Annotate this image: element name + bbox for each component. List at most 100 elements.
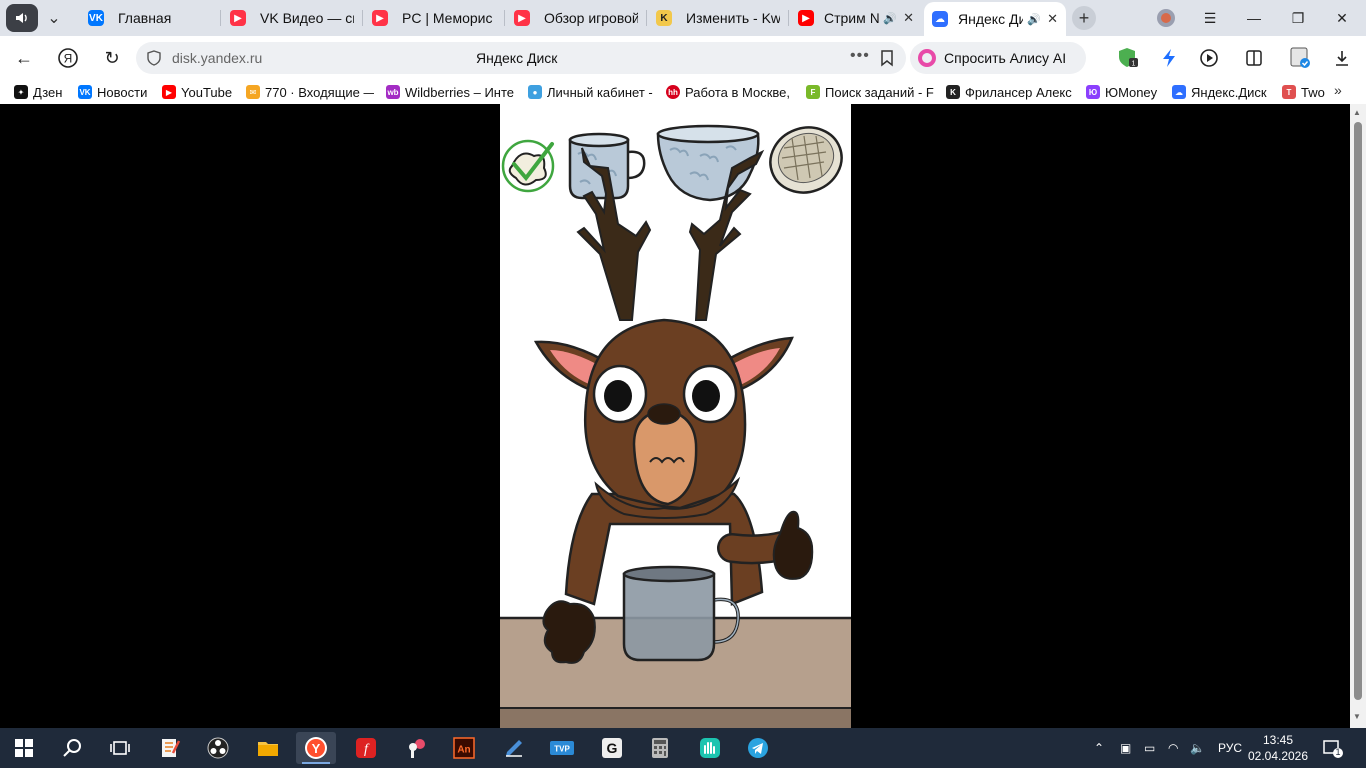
svg-text:An: An <box>457 745 470 756</box>
mail-icon: ✉ <box>246 85 260 99</box>
downloads-button[interactable] <box>1330 46 1354 70</box>
double-chevron-icon: » <box>1334 82 1342 98</box>
browser-menu-button[interactable]: ☰ <box>1196 6 1224 30</box>
taskbar-app-tvp[interactable]: TVP <box>542 732 582 764</box>
bookmark-item[interactable]: F Поиск заданий - F <box>806 83 936 101</box>
bookmark-item[interactable]: ✉ 770 · Входящие — Почта <box>246 83 374 101</box>
taskbar-app-game[interactable]: G <box>592 732 632 764</box>
bookmark-item[interactable]: ● Личный кабинет - <box>528 83 658 101</box>
minimize-icon: — <box>1247 10 1261 26</box>
tray-camera[interactable]: ▣ <box>1120 728 1131 768</box>
system-clock[interactable]: 13:45 02.04.2026 <box>1246 732 1310 764</box>
play-icon: ▶ <box>372 10 388 26</box>
reload-button[interactable]: ↻ <box>98 44 126 72</box>
minimize-button[interactable]: — <box>1240 6 1268 30</box>
scroll-up-icon[interactable]: ▲ <box>1353 108 1361 117</box>
tab-title: Яндекс Диск <box>958 11 1024 27</box>
game-frame[interactable] <box>500 104 851 728</box>
taskbar-app-explorer[interactable] <box>248 732 288 764</box>
taskbar-app-telegram[interactable] <box>738 732 778 764</box>
bookmark-label: Новости <box>97 84 148 100</box>
bookmark-item[interactable]: ✦ Дзен <box>14 83 70 101</box>
tray-wifi[interactable]: ◠ <box>1168 728 1178 768</box>
address-bar[interactable]: disk.yandex.ru Яндекс Диск ••• <box>136 42 906 74</box>
tray-battery[interactable]: ▭ <box>1144 728 1155 768</box>
audio-playing-icon: 🔊 <box>883 12 898 25</box>
more-dots-icon[interactable]: ••• <box>850 47 870 65</box>
taskbar-app-calculator[interactable] <box>640 732 680 764</box>
hamburger-icon: ☰ <box>1203 9 1217 26</box>
taskbar-app-obs[interactable] <box>198 732 238 764</box>
taskbar-app-candy[interactable] <box>396 732 436 764</box>
bookmark-item[interactable]: T Two <box>1282 83 1328 101</box>
avatar-icon <box>1157 9 1175 27</box>
profile-extension[interactable] <box>1288 46 1312 70</box>
taskbar-app-paw[interactable] <box>690 732 730 764</box>
bookmark-item[interactable]: ▶ YouTube <box>162 83 238 101</box>
tab-2[interactable]: ▶ PC | Меморис <box>364 2 504 34</box>
tab-0[interactable]: VK Главная <box>80 2 220 34</box>
close-window-button[interactable]: ✕ <box>1328 6 1356 30</box>
ask-alice-button[interactable]: Спросить Алису AI <box>910 42 1086 74</box>
url-text[interactable]: disk.yandex.ru <box>172 50 262 66</box>
close-tab-icon[interactable]: ✕ <box>903 10 914 26</box>
close-icon: ✕ <box>1336 9 1348 26</box>
tab-list-button[interactable]: ⌄ <box>40 4 68 32</box>
close-tab-icon[interactable]: ✕ <box>1047 11 1058 27</box>
tab-3[interactable]: ▶ Обзор игровой <box>506 2 646 34</box>
scrollbar-thumb[interactable] <box>1354 122 1362 700</box>
wifi-icon: ◠ <box>1168 741 1179 755</box>
tab-6-active[interactable]: ☁ Яндекс Диск 🔊 ✕ <box>924 2 1066 36</box>
bookmarks-overflow-button[interactable]: » <box>1334 82 1342 98</box>
taskbar-app-animate[interactable]: An <box>444 732 484 764</box>
start-button[interactable] <box>4 732 44 764</box>
chevron-up-icon: ⌃ <box>1094 741 1105 755</box>
page-scrollbar[interactable]: ▲ ▼ <box>1350 104 1366 728</box>
adobe-animate-icon: An <box>453 737 475 759</box>
lightning-icon <box>1163 49 1175 67</box>
bookmarks-bar: ✦ Дзен VK Новости ▶ YouTube ✉ 770 · Входящие… <box>0 80 1366 104</box>
tab-divider <box>646 10 647 26</box>
obs-icon <box>207 737 229 759</box>
scroll-down-icon[interactable]: ▼ <box>1353 712 1361 721</box>
taskbar-app-notes[interactable] <box>150 732 190 764</box>
tab-5[interactable]: ▶ Стрим №0 🔊 ✕ <box>790 2 922 34</box>
tab-1[interactable]: ▶ VK Видео — смотрите онлайн <box>222 2 362 34</box>
bookmark-item[interactable]: ☁ Яндекс.Диск <box>1172 83 1276 101</box>
svg-text:Я: Я <box>64 52 73 66</box>
battery-icon: ▭ <box>1144 741 1156 755</box>
translate-extension[interactable] <box>1242 46 1266 70</box>
bookmark-item[interactable]: Ю ЮMoney <box>1086 83 1164 101</box>
bookmark-icon[interactable] <box>878 49 896 67</box>
media-extension[interactable] <box>1198 46 1222 70</box>
tray-volume[interactable]: 🔈 <box>1190 728 1205 768</box>
show-hidden-icons-button[interactable]: ⌃ <box>1094 728 1104 768</box>
mute-tabs-button[interactable] <box>6 4 38 32</box>
adblock-extension[interactable]: 1 <box>1116 46 1140 70</box>
taskbar-app-yandex-browser[interactable]: Y <box>296 732 336 764</box>
tab-4[interactable]: K Изменить - Kwork <box>648 2 788 34</box>
search-button[interactable] <box>52 732 92 764</box>
bookmark-label: 770 · Входящие — Почта <box>265 84 374 100</box>
new-tab-button[interactable]: + <box>1072 6 1096 30</box>
profile-avatar-button[interactable] <box>1152 6 1180 30</box>
bookmark-label: Поиск заданий - F <box>825 84 934 100</box>
turbo-extension[interactable] <box>1158 46 1182 70</box>
bookmark-item[interactable]: VK Новости <box>78 83 154 101</box>
tab-divider <box>220 10 221 26</box>
taskbar-app-flash[interactable]: f <box>346 732 386 764</box>
shield-badge-icon: 1 <box>1119 48 1138 68</box>
bookmark-item[interactable]: K Фрилансер Алекс <box>946 83 1076 101</box>
restore-button[interactable]: ❐ <box>1284 6 1312 30</box>
bookmark-item[interactable]: hh Работа в Москве, <box>666 83 796 101</box>
yandex-home-button[interactable]: Я <box>54 44 82 72</box>
bookmark-label: Фрилансер Алекс <box>965 84 1072 100</box>
bookmark-item[interactable]: wb Wildberries – Интернет <box>386 83 514 101</box>
notification-center-button[interactable]: 1 <box>1322 728 1344 768</box>
back-button[interactable]: ← <box>10 44 38 72</box>
page-title: Яндекс Диск <box>476 50 558 66</box>
twoo-icon: T <box>1282 85 1296 99</box>
task-view-button[interactable] <box>100 732 140 764</box>
language-indicator[interactable]: РУС <box>1218 728 1242 768</box>
taskbar-app-tool[interactable] <box>494 732 534 764</box>
